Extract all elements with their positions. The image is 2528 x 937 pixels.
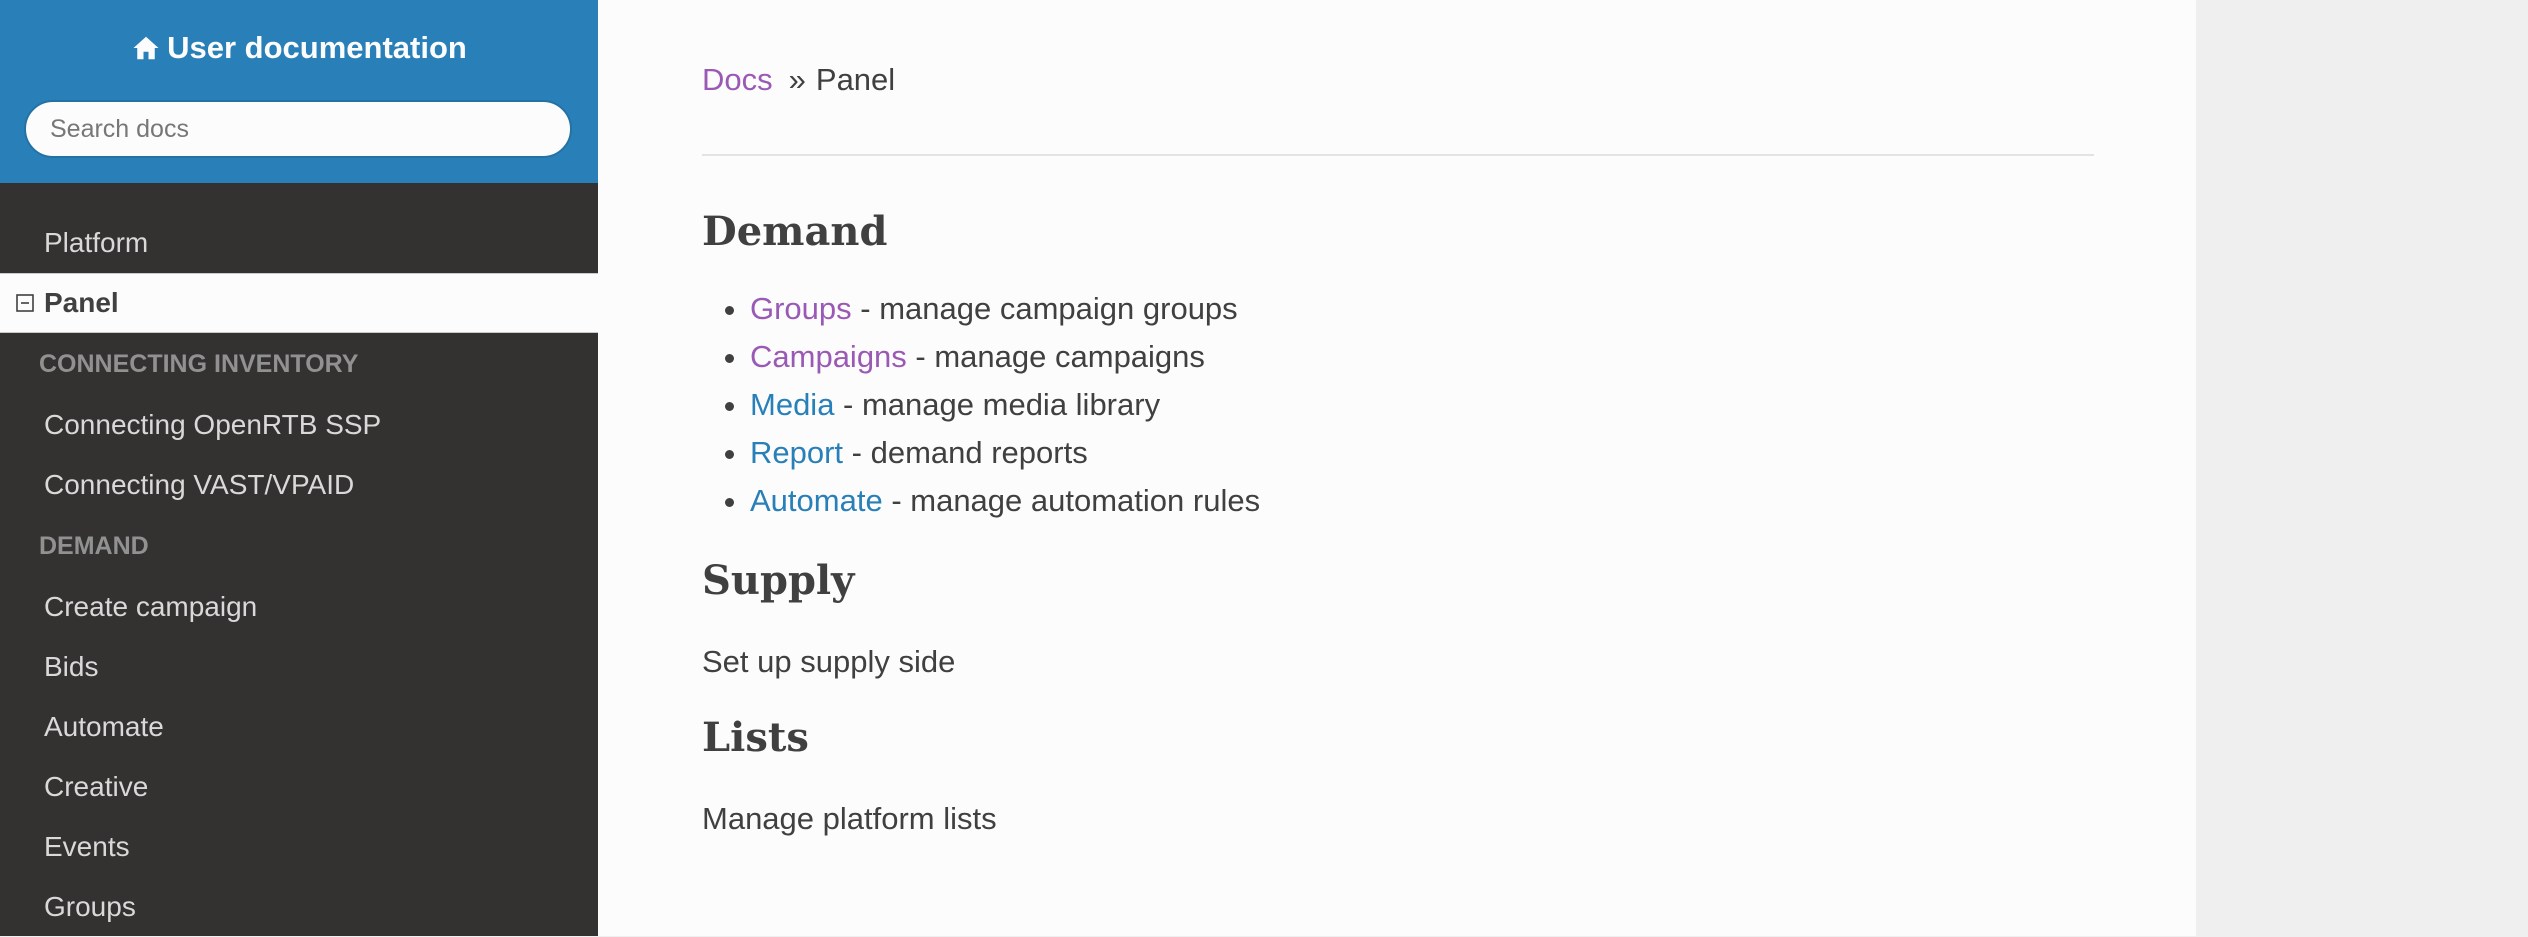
search-form	[0, 100, 598, 158]
sidebar-caption-demand: DEMAND	[39, 532, 149, 560]
sidebar-item-automate[interactable]: Automate	[0, 697, 598, 757]
sidebar-item-vast[interactable]: Connecting VAST/VPAID	[0, 455, 598, 515]
heading-lists: Lists	[702, 714, 809, 761]
list-item-text: - manage media library	[834, 387, 1161, 422]
home-icon	[133, 36, 159, 60]
list-item: Automate - manage automation rules	[750, 477, 2092, 525]
breadcrumb-docs-link[interactable]: Docs	[702, 62, 773, 98]
groups-link[interactable]: Groups	[750, 291, 852, 326]
media-link[interactable]: Media	[750, 387, 834, 422]
collapse-toggle-icon[interactable]	[16, 294, 34, 312]
breadcrumb-current: Panel	[815, 62, 896, 97]
divider	[702, 154, 2094, 156]
list-item: Report - demand reports	[750, 429, 2092, 477]
list-item: Media - manage media library	[750, 381, 2092, 429]
list-item-text: - demand reports	[843, 435, 1088, 470]
sidebar-item-creative[interactable]: Creative	[0, 757, 598, 817]
list-item: Campaigns - manage campaigns	[750, 333, 2092, 381]
list-item-text: - manage campaigns	[906, 339, 1205, 374]
page-gutter	[2196, 0, 2528, 936]
sidebar-item-create-campaign[interactable]: Create campaign	[0, 577, 598, 637]
sidebar-caption-connecting: CONNECTING INVENTORY	[39, 350, 359, 378]
sidebar-item-openrtb[interactable]: Connecting OpenRTB SSP	[0, 395, 598, 455]
report-link[interactable]: Report	[750, 435, 843, 470]
project-title: User documentation	[167, 30, 467, 65]
sidebar-nav: Platform Panel CONNECTING INVENTORY Conn…	[0, 183, 598, 937]
heading-demand: Demand	[702, 208, 888, 255]
breadcrumb: Docs » Panel	[702, 58, 2092, 102]
sidebar-item-events[interactable]: Events	[0, 817, 598, 877]
demand-list: Groups - manage campaign groups Campaign…	[702, 285, 2092, 525]
sidebar-item-bids[interactable]: Bids	[0, 637, 598, 697]
sidebar-item-panel[interactable]: Panel	[0, 273, 598, 333]
sidebar-header: User documentation	[0, 0, 598, 183]
sidebar-item-groups[interactable]: Groups	[0, 877, 598, 937]
heading-supply: Supply	[702, 557, 855, 604]
project-home-link[interactable]: User documentation	[0, 28, 598, 68]
supply-description: Set up supply side	[702, 644, 956, 679]
sidebar-item-platform[interactable]: Platform	[0, 213, 598, 273]
campaigns-link[interactable]: Campaigns	[750, 339, 907, 374]
breadcrumb-separator: »	[788, 62, 806, 97]
main-content: Docs » Panel Demand Groups - manage camp…	[598, 0, 2196, 936]
sidebar-item-label: Panel	[44, 287, 119, 318]
list-item-text: - manage campaign groups	[851, 291, 1238, 326]
search-input[interactable]	[24, 100, 572, 158]
automate-link[interactable]: Automate	[750, 483, 883, 518]
list-item-text: - manage automation rules	[882, 483, 1261, 518]
sidebar: User documentation Platform Panel CONNEC…	[0, 0, 598, 936]
lists-description: Manage platform lists	[702, 801, 997, 836]
list-item: Groups - manage campaign groups	[750, 285, 2092, 333]
